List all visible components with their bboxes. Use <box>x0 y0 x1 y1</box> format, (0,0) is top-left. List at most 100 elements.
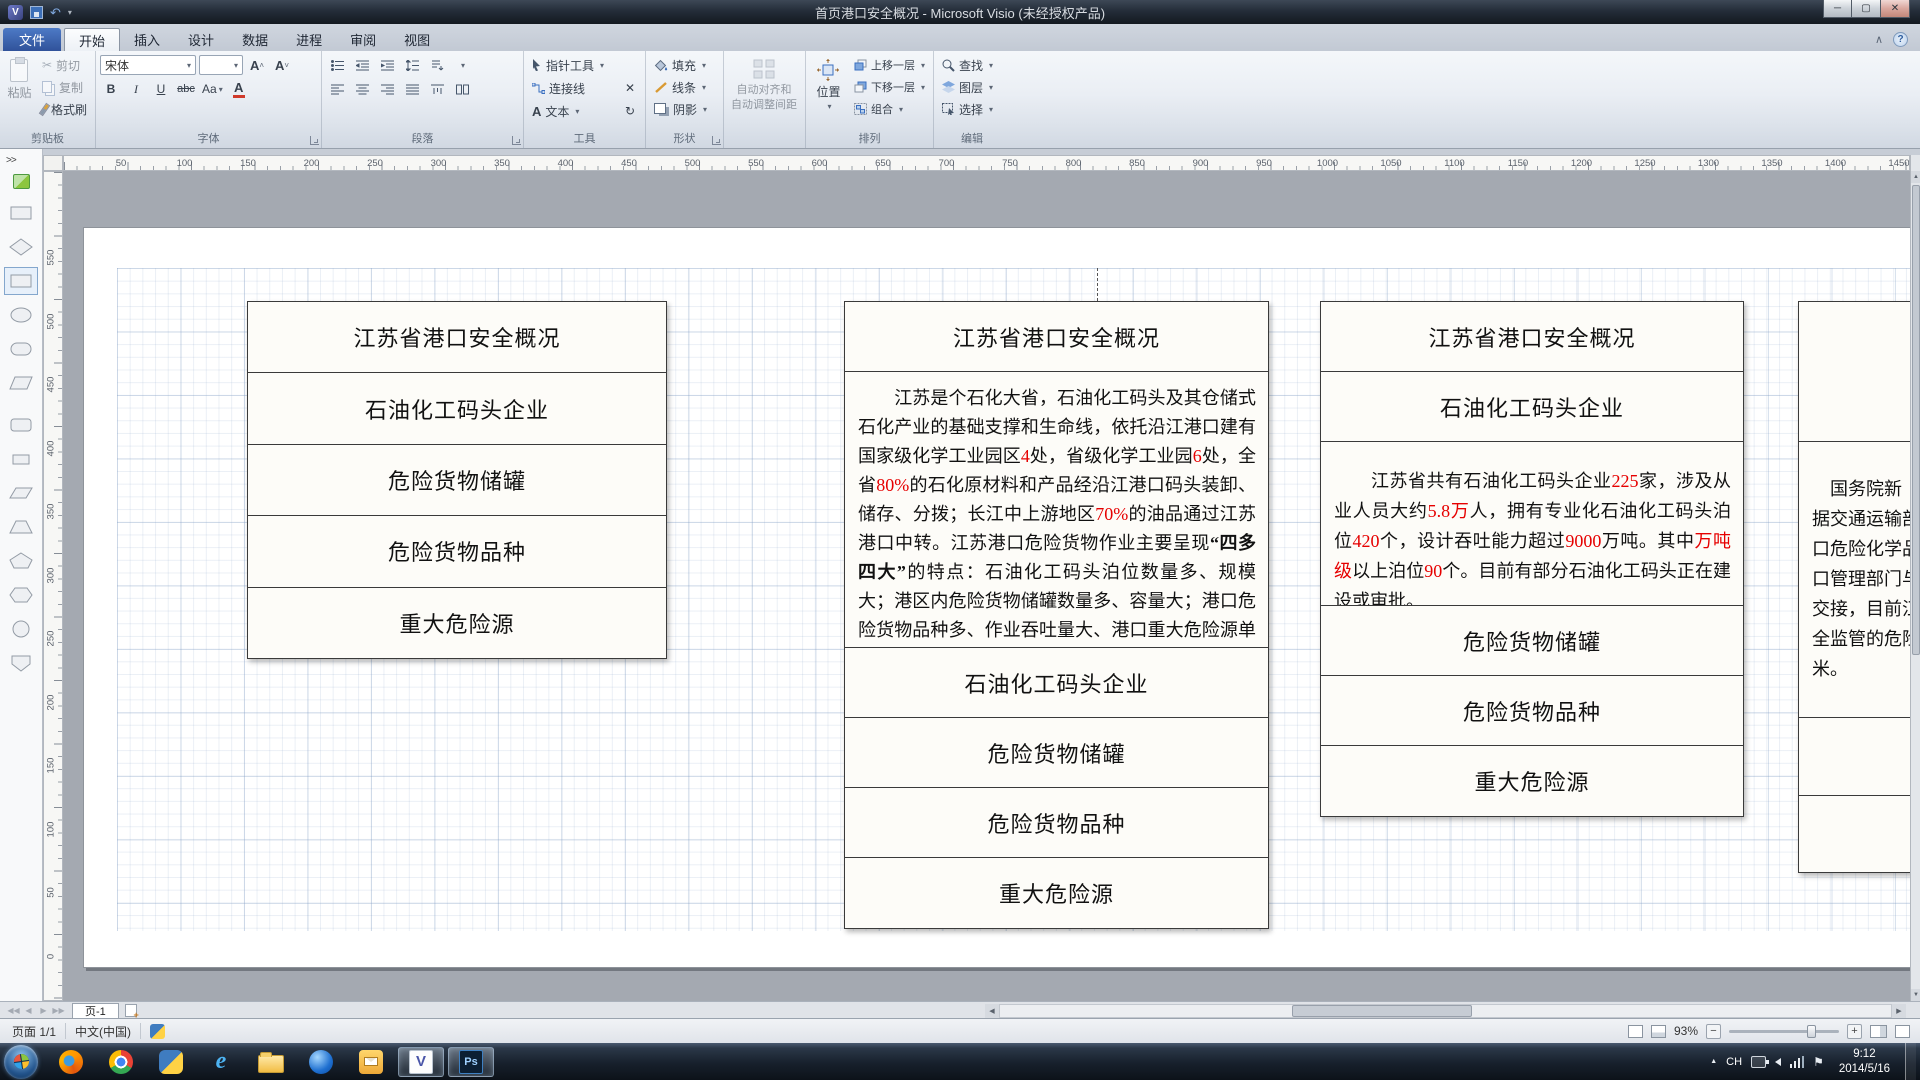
copy-button[interactable]: 复制 <box>38 77 91 97</box>
justify-button[interactable] <box>401 79 423 99</box>
font-size-select[interactable]: ▾ <box>199 55 243 75</box>
pointer-tool-button[interactable]: 指针工具▾ <box>528 55 641 75</box>
group-shapes-button[interactable]: 组合▾ <box>850 99 929 119</box>
align-right-button[interactable] <box>376 79 398 99</box>
tab-file[interactable]: 文件 <box>3 28 61 51</box>
flow-box-overview[interactable]: 江苏省港口安全概况 石油化工码头企业 危险货物储罐 危险货物品种 重大危险源 <box>247 301 667 659</box>
switch-windows-button[interactable] <box>1895 1025 1910 1038</box>
cut-button[interactable]: ✂ 剪切 <box>38 55 91 75</box>
bold-button[interactable]: B <box>100 79 122 99</box>
tab-view[interactable]: 视图 <box>390 28 444 51</box>
taskbar-explorer-icon[interactable] <box>248 1047 294 1077</box>
align-left-button[interactable] <box>326 79 348 99</box>
shrink-font-button[interactable]: A˅ <box>271 55 293 75</box>
columns-button[interactable] <box>451 79 473 99</box>
horizontal-ruler[interactable]: 5010015020025030035040045050055060065070… <box>63 155 1910 171</box>
stencil-shape-stadium[interactable] <box>4 335 38 363</box>
undo-icon[interactable]: ↶ <box>50 6 61 19</box>
shape-dialog-launcher[interactable] <box>712 136 721 145</box>
shape-row[interactable]: 危险货物储罐 <box>248 445 666 516</box>
change-case-button[interactable]: Aa▾ <box>200 79 225 99</box>
zoom-slider[interactable] <box>1729 1030 1839 1033</box>
underline-button[interactable]: U <box>150 79 172 99</box>
stencil-shape-rectangle-2[interactable] <box>4 445 38 473</box>
align-top-button[interactable] <box>426 79 448 99</box>
shape-row[interactable]: 危险货物储罐 <box>845 718 1268 788</box>
horizontal-scroll-track[interactable] <box>999 1004 1892 1018</box>
paragraph-options-button[interactable]: ▾ <box>451 55 473 75</box>
insert-page-button[interactable] <box>125 1004 137 1017</box>
taskbar-python-icon[interactable] <box>148 1047 194 1077</box>
stencil-icon[interactable] <box>13 174 30 189</box>
stencil-shape-parallelogram-2[interactable] <box>4 479 38 507</box>
layers-button[interactable]: 图层▾ <box>938 77 1006 97</box>
tab-insert[interactable]: 插入 <box>120 28 174 51</box>
language-bar-icon[interactable] <box>150 1024 165 1039</box>
horizontal-scroll-thumb[interactable] <box>1292 1005 1472 1017</box>
first-page-button[interactable]: ◀◀ <box>6 1006 21 1015</box>
stats-paragraph[interactable]: 江苏省共有石油化工码头企业225家，涉及从业人员大约5.8万人，拥有专业化石油化… <box>1321 442 1743 606</box>
stencil-shape-shield[interactable] <box>4 649 38 677</box>
expand-stencil-icon[interactable]: >> <box>0 149 42 166</box>
keyboard-layout-icon[interactable] <box>1751 1056 1766 1068</box>
tab-data[interactable]: 数据 <box>228 28 282 51</box>
decrease-indent-button[interactable] <box>351 55 373 75</box>
font-color-button[interactable]: A <box>228 79 250 99</box>
hidden-icons-button[interactable]: ▲ <box>1710 1058 1717 1065</box>
clock[interactable]: 9:12 2014/5/16 <box>1839 1047 1890 1077</box>
drawing-canvas[interactable]: 江苏省港口安全概况 石油化工码头企业 危险货物储罐 危险货物品种 重大危险源 江… <box>63 171 1910 1001</box>
page-indicator[interactable]: 页面 1/1 <box>0 1023 56 1040</box>
shape-row[interactable]: 危险货物品种 <box>248 516 666 587</box>
strikethrough-button[interactable]: abc <box>175 79 197 99</box>
vertical-scrollbar[interactable]: ▲ ▼ <box>1910 155 1920 1001</box>
stencil-shape-rectangle[interactable] <box>4 199 38 227</box>
italic-button[interactable]: I <box>125 79 147 99</box>
next-page-button[interactable]: ▶ <box>36 1006 51 1015</box>
help-icon[interactable]: ? <box>1893 32 1908 47</box>
taskbar-ie-icon[interactable]: e <box>198 1047 244 1077</box>
zoom-out-button[interactable]: − <box>1706 1024 1721 1039</box>
tab-review[interactable]: 审阅 <box>336 28 390 51</box>
taskbar-media-icon[interactable] <box>298 1047 344 1077</box>
minimize-button[interactable]: ─ <box>1823 0 1852 18</box>
close-button[interactable]: ✕ <box>1881 0 1910 18</box>
drawing-page[interactable]: 江苏省港口安全概况 石油化工码头企业 危险货物储罐 危险货物品种 重大危险源 江… <box>83 227 1910 968</box>
freeform-tool-button[interactable]: ↻ <box>619 101 641 121</box>
stencil-shape-hexagon[interactable] <box>4 581 38 609</box>
shadow-button[interactable]: 阴影▾ <box>650 99 719 119</box>
fit-page-button[interactable] <box>1870 1025 1887 1038</box>
find-button[interactable]: 查找▾ <box>938 55 1006 75</box>
scroll-down-icon[interactable]: ▼ <box>1911 989 1920 1001</box>
vertical-scroll-thumb[interactable] <box>1912 185 1920 655</box>
text-tool-button[interactable]: A 文本▾ <box>528 101 616 121</box>
page-width-view-icon[interactable] <box>1651 1025 1666 1038</box>
format-painter-button[interactable]: 格式刷 <box>38 99 91 119</box>
shape-row[interactable]: 石油化工码头企业 <box>248 373 666 444</box>
action-center-icon[interactable]: ⚑ <box>1813 1055 1824 1069</box>
shape-row[interactable]: 石油化工码头企业 <box>1321 372 1743 442</box>
bring-forward-button[interactable]: 上移一层▾ <box>850 55 929 75</box>
vertical-ruler[interactable]: 550500450400350300250200150100500 <box>43 171 63 1001</box>
stencil-shape-pentagon[interactable] <box>4 547 38 575</box>
tab-process[interactable]: 进程 <box>282 28 336 51</box>
taskbar-photoshop-icon[interactable]: Ps <box>448 1047 494 1077</box>
taskbar-outlook-icon[interactable] <box>348 1047 394 1077</box>
shape-row[interactable]: 江苏省港口安全概况 <box>248 302 666 373</box>
taskbar-firefox-icon[interactable] <box>48 1047 94 1077</box>
volume-icon[interactable] <box>1775 1058 1781 1066</box>
shape-row[interactable] <box>1799 302 1910 442</box>
connection-point-button[interactable]: ✕ <box>619 78 641 98</box>
page-tab[interactable]: 页-1 <box>72 1003 119 1019</box>
position-button[interactable]: 位置▾ <box>810 55 847 119</box>
stencil-shape-rounded-rectangle[interactable] <box>4 411 38 439</box>
stencil-shape-rectangle-selected[interactable] <box>4 267 38 295</box>
stencil-shape-circle[interactable] <box>4 615 38 643</box>
stencil-shape-ellipse[interactable] <box>4 301 38 329</box>
flow-box-terminal-stats[interactable]: 江苏省港口安全概况 石油化工码头企业 江苏省共有石油化工码头企业225家，涉及从… <box>1320 301 1744 817</box>
taskbar-chrome-icon[interactable] <box>98 1047 144 1077</box>
flow-box-province-intro[interactable]: 江苏省港口安全概况 江苏是个石化大省，石油化工码头及其仓储式石化产业的基础支撑和… <box>844 301 1269 929</box>
shape-row[interactable]: 石油化工码头企业 <box>845 648 1268 718</box>
shape-row[interactable]: 江苏省港口安全概况 <box>1321 302 1743 372</box>
line-button[interactable]: 线条▾ <box>650 77 719 97</box>
tab-design[interactable]: 设计 <box>174 28 228 51</box>
